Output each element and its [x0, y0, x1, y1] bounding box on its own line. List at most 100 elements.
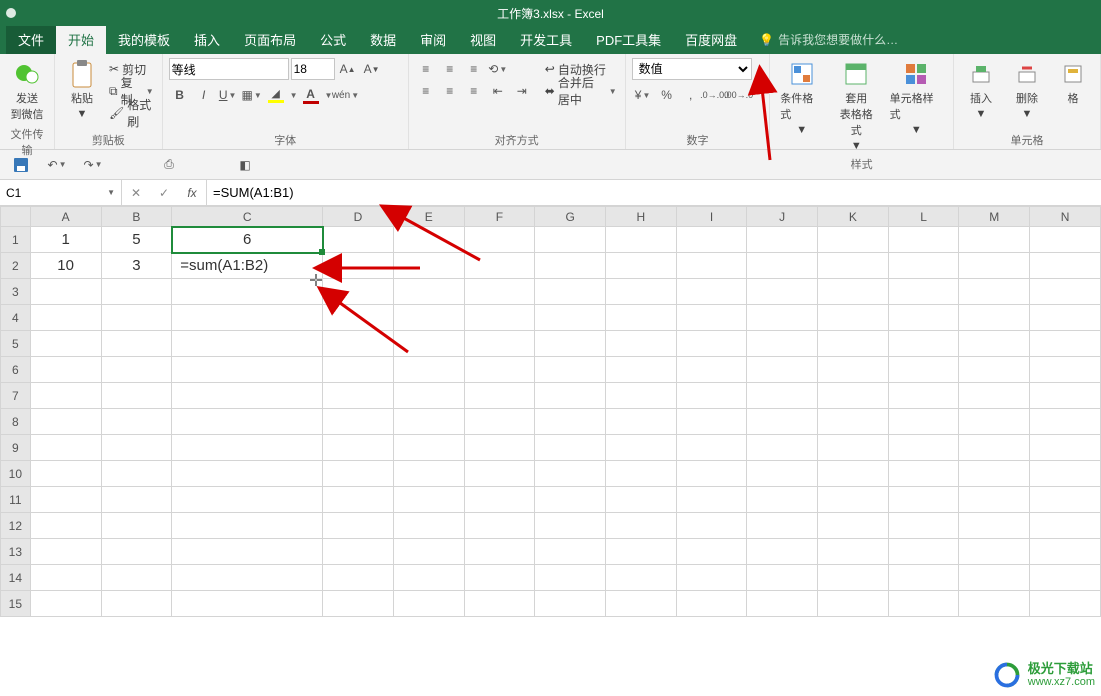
row-header[interactable]: 9	[1, 435, 31, 461]
cell[interactable]	[888, 409, 959, 435]
cell[interactable]	[393, 591, 464, 617]
cell[interactable]	[606, 409, 677, 435]
touch-mode-button[interactable]: ◧	[234, 154, 256, 176]
cell[interactable]	[30, 591, 101, 617]
percent-button[interactable]: %	[656, 84, 678, 106]
cell[interactable]	[818, 305, 889, 331]
cell[interactable]	[959, 357, 1030, 383]
tab-layout[interactable]: 页面布局	[232, 24, 308, 54]
cell[interactable]	[676, 461, 747, 487]
tab-file[interactable]: 文件	[6, 24, 56, 54]
cell[interactable]	[676, 383, 747, 409]
cell[interactable]	[172, 357, 323, 383]
cell[interactable]	[323, 539, 394, 565]
col-header[interactable]: C	[172, 207, 323, 227]
cell[interactable]	[959, 565, 1030, 591]
cell[interactable]	[676, 253, 747, 279]
cell[interactable]	[464, 331, 535, 357]
cell[interactable]	[323, 331, 394, 357]
cell[interactable]	[959, 331, 1030, 357]
cell[interactable]	[535, 253, 606, 279]
font-size-select[interactable]	[291, 58, 335, 80]
col-header[interactable]: B	[101, 207, 172, 227]
row-header[interactable]: 15	[1, 591, 31, 617]
table-format-button[interactable]: 套用 表格格式▼	[831, 58, 882, 154]
accept-formula-button[interactable]: ✓	[150, 180, 178, 205]
cell[interactable]	[818, 331, 889, 357]
cell[interactable]	[535, 513, 606, 539]
cell[interactable]	[818, 357, 889, 383]
cell[interactable]	[959, 461, 1030, 487]
cell[interactable]	[1030, 461, 1101, 487]
cell[interactable]	[30, 539, 101, 565]
cell[interactable]	[676, 487, 747, 513]
cell[interactable]	[606, 461, 677, 487]
cell[interactable]	[959, 539, 1030, 565]
indent-dec-button[interactable]: ⇤	[487, 80, 509, 102]
cell[interactable]	[747, 357, 818, 383]
cell[interactable]	[172, 331, 323, 357]
cell[interactable]	[172, 539, 323, 565]
cell[interactable]	[747, 565, 818, 591]
cell[interactable]	[1030, 279, 1101, 305]
cell[interactable]	[606, 227, 677, 253]
cell[interactable]	[959, 383, 1030, 409]
cell[interactable]	[959, 513, 1030, 539]
cell[interactable]	[676, 227, 747, 253]
cell[interactable]	[818, 591, 889, 617]
bold-button[interactable]: B	[169, 84, 191, 106]
cell[interactable]	[818, 279, 889, 305]
align-left-button[interactable]: ≡	[415, 80, 437, 102]
cell[interactable]	[172, 591, 323, 617]
cell[interactable]	[323, 357, 394, 383]
cell[interactable]	[101, 305, 172, 331]
cell[interactable]	[393, 331, 464, 357]
cell[interactable]	[888, 279, 959, 305]
cell[interactable]	[676, 409, 747, 435]
cell[interactable]	[172, 279, 323, 305]
row-header[interactable]: 6	[1, 357, 31, 383]
cell[interactable]	[393, 227, 464, 253]
cell[interactable]	[30, 487, 101, 513]
col-header[interactable]: E	[393, 207, 464, 227]
border-button[interactable]: ▦▼	[241, 84, 263, 106]
cell[interactable]	[172, 565, 323, 591]
name-box[interactable]: ▼	[0, 180, 122, 205]
cell[interactable]	[464, 357, 535, 383]
cell[interactable]	[1030, 357, 1101, 383]
cell[interactable]	[747, 279, 818, 305]
cell[interactable]	[818, 227, 889, 253]
cell[interactable]	[535, 305, 606, 331]
cell[interactable]	[1030, 253, 1101, 279]
cell[interactable]	[1030, 305, 1101, 331]
cell[interactable]	[747, 539, 818, 565]
cell[interactable]	[959, 279, 1030, 305]
cell[interactable]	[818, 383, 889, 409]
cell[interactable]	[535, 357, 606, 383]
cell[interactable]	[606, 253, 677, 279]
decrease-decimal-button[interactable]: .00→.0	[728, 84, 750, 106]
cell[interactable]	[464, 409, 535, 435]
cell[interactable]	[30, 383, 101, 409]
cell[interactable]	[323, 565, 394, 591]
cell[interactable]	[393, 461, 464, 487]
tab-insert[interactable]: 插入	[182, 24, 232, 54]
cell[interactable]	[101, 539, 172, 565]
cell[interactable]	[676, 591, 747, 617]
cancel-formula-button[interactable]: ✕	[122, 180, 150, 205]
cell[interactable]	[1030, 513, 1101, 539]
cell[interactable]	[888, 461, 959, 487]
cell[interactable]: 1	[30, 227, 101, 253]
cell-selected[interactable]: 6	[172, 227, 323, 253]
cell[interactable]	[172, 435, 323, 461]
cell[interactable]	[172, 487, 323, 513]
cell[interactable]	[818, 435, 889, 461]
tab-home[interactable]: 开始	[56, 24, 106, 54]
align-bottom-button[interactable]: ≡	[463, 58, 485, 80]
cell[interactable]	[323, 513, 394, 539]
insert-function-button[interactable]: fx	[178, 180, 206, 205]
cell[interactable]	[30, 435, 101, 461]
cell[interactable]	[464, 487, 535, 513]
cell[interactable]	[393, 487, 464, 513]
cell[interactable]	[606, 357, 677, 383]
